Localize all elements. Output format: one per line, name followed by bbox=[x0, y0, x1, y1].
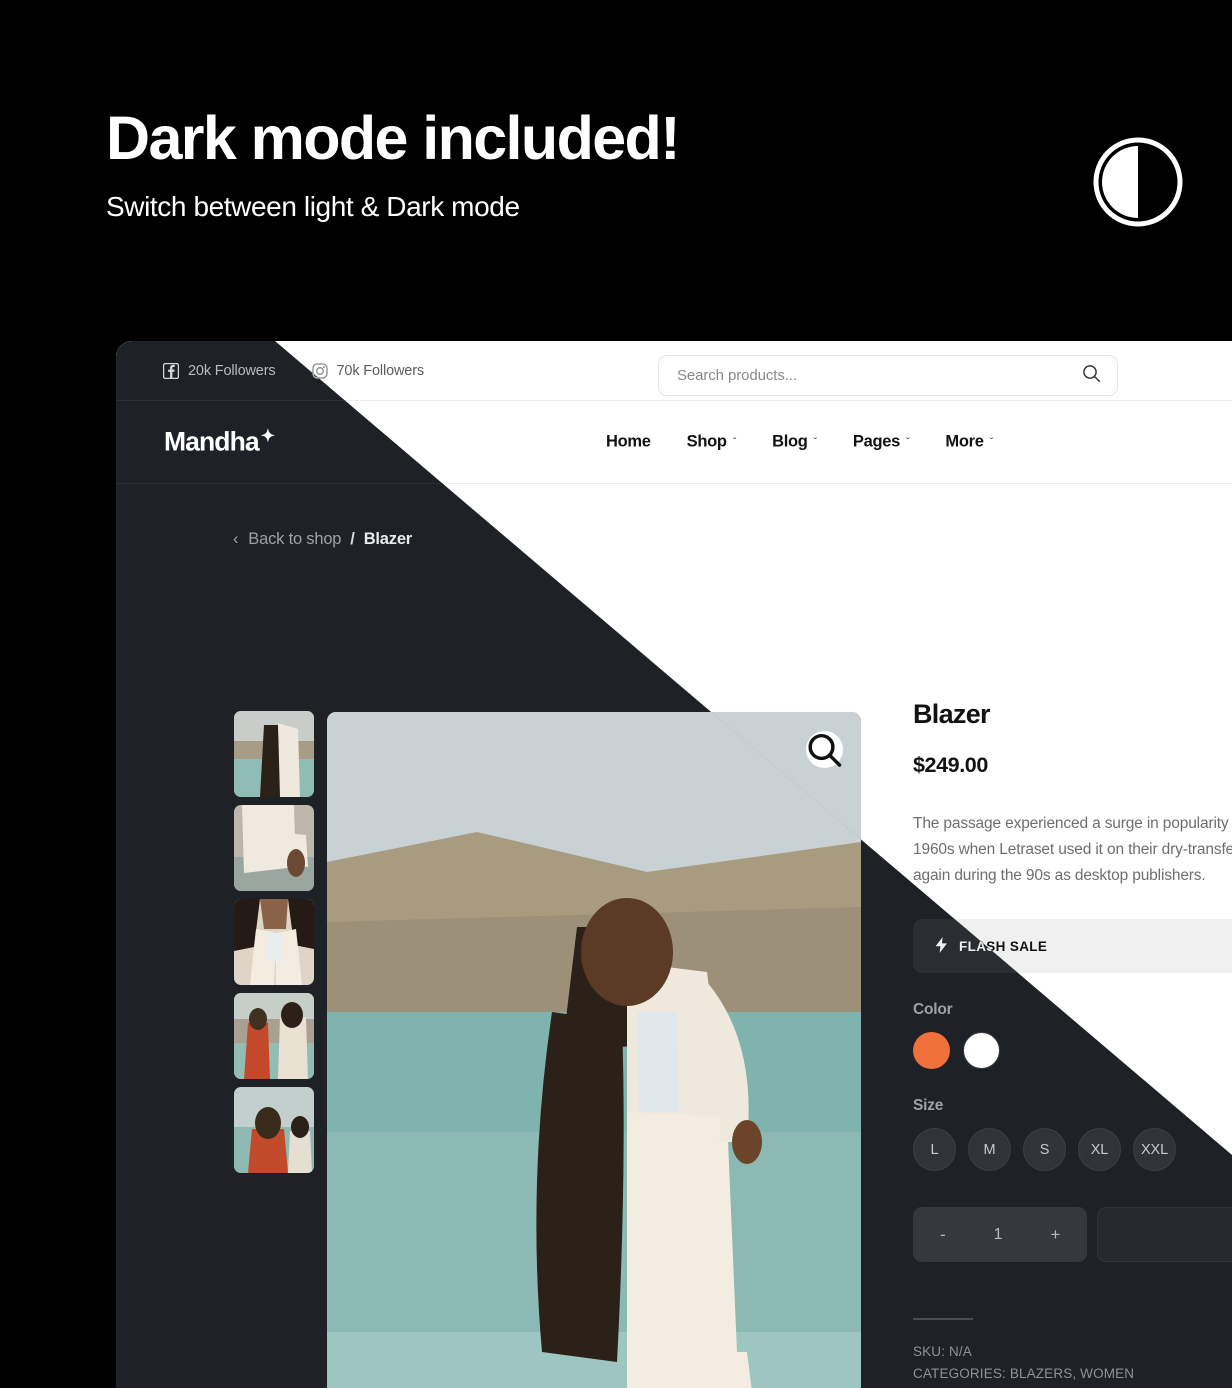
nav-item-home-label: Home bbox=[606, 432, 651, 451]
chevron-down-icon: ˇ bbox=[732, 436, 737, 448]
size-option-m[interactable]: M bbox=[968, 1128, 1011, 1171]
nav-item-more-label: More bbox=[945, 432, 984, 451]
back-to-shop-link[interactable]: ‹ Back to shop bbox=[233, 530, 341, 549]
size-option-xxl[interactable]: XXL bbox=[1133, 1128, 1176, 1171]
size-options-dark: L M S XL XXL bbox=[913, 1128, 1232, 1171]
logo-text: Mandha bbox=[164, 426, 260, 457]
nav-item-pages-label: Pages bbox=[852, 432, 901, 451]
product-sku: SKU: N/A bbox=[913, 1344, 972, 1359]
product-categories: CATEGORIES: BLAZERS, WOMEN bbox=[913, 1366, 1135, 1381]
quantity-increment-button[interactable]: + bbox=[1051, 1225, 1061, 1245]
thumbnail-gallery-dark bbox=[234, 711, 314, 1173]
thumbnail-1[interactable] bbox=[234, 711, 314, 797]
chevron-down-icon: ˇ bbox=[813, 436, 818, 448]
chevron-left-icon: ‹ bbox=[233, 530, 239, 548]
quantity-decrement-button[interactable]: - bbox=[940, 1225, 946, 1245]
half-circle-contrast-icon bbox=[1090, 134, 1186, 230]
search-icon[interactable] bbox=[1082, 364, 1101, 388]
promo-header: Dark mode included! Switch between light… bbox=[106, 108, 1186, 223]
site-logo-dark[interactable]: Mandha ✦ bbox=[164, 426, 275, 458]
facebook-icon bbox=[163, 362, 179, 379]
nav-item-pages[interactable]: Pages ˇ bbox=[853, 433, 910, 452]
size-option-xl[interactable]: XL bbox=[1078, 1128, 1121, 1171]
size-option-l[interactable]: L bbox=[913, 1128, 956, 1171]
nav-item-shop-label: Shop bbox=[686, 432, 727, 451]
chevron-down-icon: ˇ bbox=[989, 436, 994, 448]
facebook-followers-dark[interactable]: 20k Followers bbox=[163, 362, 276, 379]
color-swatch-orange[interactable] bbox=[913, 1032, 950, 1069]
back-to-shop-label: Back to shop bbox=[248, 530, 342, 548]
product-main-image-dark[interactable] bbox=[327, 712, 861, 1388]
color-swatch-white[interactable] bbox=[963, 1032, 1000, 1069]
purchase-row-dark: - 1 + bbox=[913, 1207, 1232, 1262]
nav-item-more[interactable]: More ˇ bbox=[945, 433, 993, 452]
nav-links: Home Shop ˇ Blog ˇ Pages ˇ More ˇ bbox=[606, 433, 993, 452]
search-input-placeholder[interactable]: Search products... bbox=[677, 367, 1082, 384]
facebook-followers-label: 20k Followers bbox=[188, 362, 276, 379]
quantity-value[interactable]: 1 bbox=[994, 1226, 1003, 1244]
product-description: The passage experienced a surge in popul… bbox=[913, 815, 1232, 884]
add-to-cart-button[interactable] bbox=[1097, 1207, 1232, 1262]
nav-item-home[interactable]: Home bbox=[606, 433, 651, 452]
thumbnail-4[interactable] bbox=[234, 993, 314, 1079]
thumbnail-2[interactable] bbox=[234, 805, 314, 891]
breadcrumb-separator: / bbox=[350, 530, 355, 548]
promo-title: Dark mode included! bbox=[106, 104, 681, 172]
site-preview: 20k Followers 70k Followers Search produ… bbox=[116, 341, 1232, 1388]
nav-item-shop[interactable]: Shop ˇ bbox=[686, 432, 737, 452]
meta-divider bbox=[913, 1318, 973, 1320]
breadcrumb-current: Blazer bbox=[363, 530, 413, 548]
promo-canvas: Dark mode included! Switch between light… bbox=[0, 0, 1232, 1388]
breadcrumb-dark: ‹ Back to shop / Blazer bbox=[233, 530, 412, 549]
product-price: $249.00 bbox=[913, 753, 988, 777]
image-zoom-button[interactable] bbox=[806, 731, 843, 768]
product-title: Blazer bbox=[913, 699, 991, 729]
instagram-followers-label: 70k Followers bbox=[336, 362, 425, 379]
thumbnail-5[interactable] bbox=[234, 1087, 314, 1173]
thumbnail-3[interactable] bbox=[234, 899, 314, 985]
nav-item-blog-label: Blog bbox=[772, 432, 808, 451]
product-meta-dark: SKU: N/A CATEGORIES: BLAZERS, WOMEN TAGS… bbox=[913, 1341, 1232, 1388]
search-bar[interactable]: Search products... bbox=[658, 355, 1118, 396]
nav-item-blog[interactable]: Blog ˇ bbox=[772, 433, 817, 452]
lightning-bolt-icon bbox=[935, 936, 948, 956]
instagram-followers[interactable]: 70k Followers bbox=[311, 362, 425, 379]
size-option-s[interactable]: S bbox=[1023, 1128, 1066, 1171]
quantity-stepper[interactable]: - 1 + bbox=[913, 1207, 1088, 1262]
chevron-down-icon: ˇ bbox=[906, 436, 910, 448]
logo-sparkle-icon: ✦ bbox=[260, 426, 275, 446]
promo-subtitle: Switch between light & Dark mode bbox=[106, 191, 520, 222]
